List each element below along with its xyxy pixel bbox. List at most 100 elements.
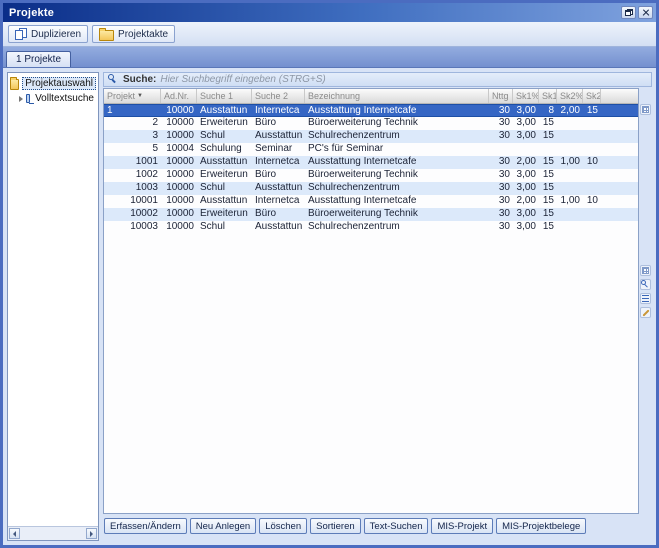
- cell: PC's für Seminar: [305, 143, 489, 156]
- cell: [557, 182, 583, 195]
- mis-projektbelege-button[interactable]: MIS-Projektbelege: [496, 518, 586, 534]
- zoom-icon[interactable]: [640, 279, 651, 290]
- table-row[interactable]: 110000AusstattunInternetcaAusstattung In…: [104, 104, 638, 117]
- column-header-7[interactable]: Sk1: [539, 89, 557, 103]
- copy-icon: [15, 28, 27, 40]
- column-header-6[interactable]: Sk1%: [513, 89, 539, 103]
- table-row[interactable]: 100210000ErweiterunBüroBüroerweiterung T…: [104, 169, 638, 182]
- cell: 30: [489, 117, 513, 130]
- cell: [583, 208, 601, 221]
- cell: [583, 130, 601, 143]
- cell: 15: [539, 221, 557, 234]
- scroll-left-button[interactable]: [9, 528, 20, 539]
- cell: 15: [539, 169, 557, 182]
- cell: Ausstattun: [197, 105, 252, 116]
- duplizieren-label: Duplizieren: [31, 29, 81, 40]
- scroll-right-button[interactable]: [86, 528, 97, 539]
- cell: 10000: [161, 117, 197, 130]
- cell: [583, 221, 601, 234]
- grid-area: Projekt▼Ad.Nr.Suche 1Suche 2BezeichnungN…: [103, 88, 652, 514]
- table-row[interactable]: 100310000SchulAusstattunSchulrechenzentr…: [104, 182, 638, 195]
- tree-item-label: Volltextsuche: [33, 93, 96, 104]
- cell: Ausstattun: [252, 130, 305, 143]
- toolbar: Duplizieren Projektakte: [3, 22, 656, 47]
- cell: 15: [539, 130, 557, 143]
- cell: 10000: [161, 156, 197, 169]
- cell-filler: [601, 130, 638, 143]
- restore-button[interactable]: [621, 6, 636, 19]
- table-body: 110000AusstattunInternetcaAusstattung In…: [104, 104, 638, 513]
- table-row[interactable]: 1000210000ErweiterunBüroBüroerweiterung …: [104, 208, 638, 221]
- cell: 2,00: [513, 195, 539, 208]
- cell: Ausstattung Internetcafe: [305, 156, 489, 169]
- table-row[interactable]: 1000310000SchulAusstattunSchulrechenzent…: [104, 221, 638, 234]
- column-config-icon[interactable]: [640, 104, 651, 115]
- cell: 3,00: [513, 182, 539, 195]
- column-header-0[interactable]: Projekt▼: [104, 89, 161, 103]
- cell: 1,00: [557, 195, 583, 208]
- cell: 10000: [161, 182, 197, 195]
- text-suchen-button[interactable]: Text-Suchen: [364, 518, 429, 534]
- tree-item-projektauswahl[interactable]: Projektauswahl: [10, 76, 96, 91]
- table-row[interactable]: 310000SchulAusstattunSchulrechenzentrum3…: [104, 130, 638, 143]
- cell: 3: [104, 130, 161, 143]
- arrow-left-icon: [13, 531, 16, 537]
- tree-item-volltextsuche[interactable]: Volltextsuche: [10, 91, 96, 106]
- cell: Internetca: [252, 156, 305, 169]
- cell: [583, 182, 601, 195]
- table-row[interactable]: 510004SchulungSeminarPC's für Seminar: [104, 143, 638, 156]
- erfassen-aendern-button[interactable]: Erfassen/Ändern: [104, 518, 187, 534]
- search-bar[interactable]: Suche: Hier Suchbegriff eingeben (STRG+S…: [103, 72, 652, 87]
- cell: 10001: [104, 195, 161, 208]
- grid-glyph: [642, 106, 649, 113]
- tab-projekte[interactable]: 1 Projekte: [6, 51, 71, 67]
- projektakte-button[interactable]: Projektakte: [92, 25, 175, 43]
- cell: 30: [489, 156, 513, 169]
- cell: 3,00: [513, 221, 539, 234]
- table-view-icon[interactable]: [640, 265, 651, 276]
- cell: 2,00: [557, 105, 583, 116]
- column-header-8[interactable]: Sk2%: [557, 89, 583, 103]
- column-header-3[interactable]: Suche 2: [252, 89, 305, 103]
- table-row[interactable]: 1000110000AusstattunInternetcaAusstattun…: [104, 195, 638, 208]
- table-row[interactable]: 100110000AusstattunInternetcaAusstattung…: [104, 156, 638, 169]
- column-header-9[interactable]: Sk2: [583, 89, 601, 103]
- cell: Schulrechenzentrum: [305, 221, 489, 234]
- cell: 30: [489, 195, 513, 208]
- column-header-4[interactable]: Bezeichnung: [305, 89, 489, 103]
- grid-glyph: [642, 267, 649, 274]
- cell: Büroerweiterung Technik: [305, 169, 489, 182]
- cell-filler: [601, 208, 638, 221]
- expand-arrow-icon[interactable]: [19, 96, 23, 102]
- horizontal-scrollbar[interactable]: [8, 526, 98, 540]
- sort-desc-icon: ▼: [137, 93, 143, 99]
- folder-icon: [10, 79, 19, 90]
- loeschen-button[interactable]: Löschen: [259, 518, 307, 534]
- edit-icon[interactable]: [640, 307, 651, 318]
- cell: 30: [489, 130, 513, 143]
- search-placeholder: Hier Suchbegriff eingeben (STRG+S): [160, 74, 325, 85]
- cell: 15: [539, 208, 557, 221]
- column-header-5[interactable]: Nttg: [489, 89, 513, 103]
- cell-filler: [601, 182, 638, 195]
- sortieren-button[interactable]: Sortieren: [310, 518, 361, 534]
- cell: Büro: [252, 169, 305, 182]
- mis-projekt-button[interactable]: MIS-Projekt: [431, 518, 493, 534]
- close-button[interactable]: [638, 6, 653, 19]
- list-icon[interactable]: [640, 293, 651, 304]
- duplizieren-button[interactable]: Duplizieren: [8, 25, 88, 43]
- column-header-1[interactable]: Ad.Nr.: [161, 89, 197, 103]
- column-header-2[interactable]: Suche 1: [197, 89, 252, 103]
- folder-icon: [99, 30, 114, 41]
- table-row[interactable]: 210000ErweiterunBüroBüroerweiterung Tech…: [104, 117, 638, 130]
- titlebar[interactable]: Projekte: [3, 3, 656, 22]
- cell: Schulrechenzentrum: [305, 182, 489, 195]
- cell: [557, 143, 583, 156]
- arrow-right-icon: [90, 531, 93, 537]
- neu-anlegen-button[interactable]: Neu Anlegen: [190, 518, 256, 534]
- magnifier-glyph: [641, 280, 650, 289]
- search-icon: [108, 74, 119, 85]
- cell: 2,00: [513, 156, 539, 169]
- cell: 3,00: [513, 208, 539, 221]
- cell: 30: [489, 169, 513, 182]
